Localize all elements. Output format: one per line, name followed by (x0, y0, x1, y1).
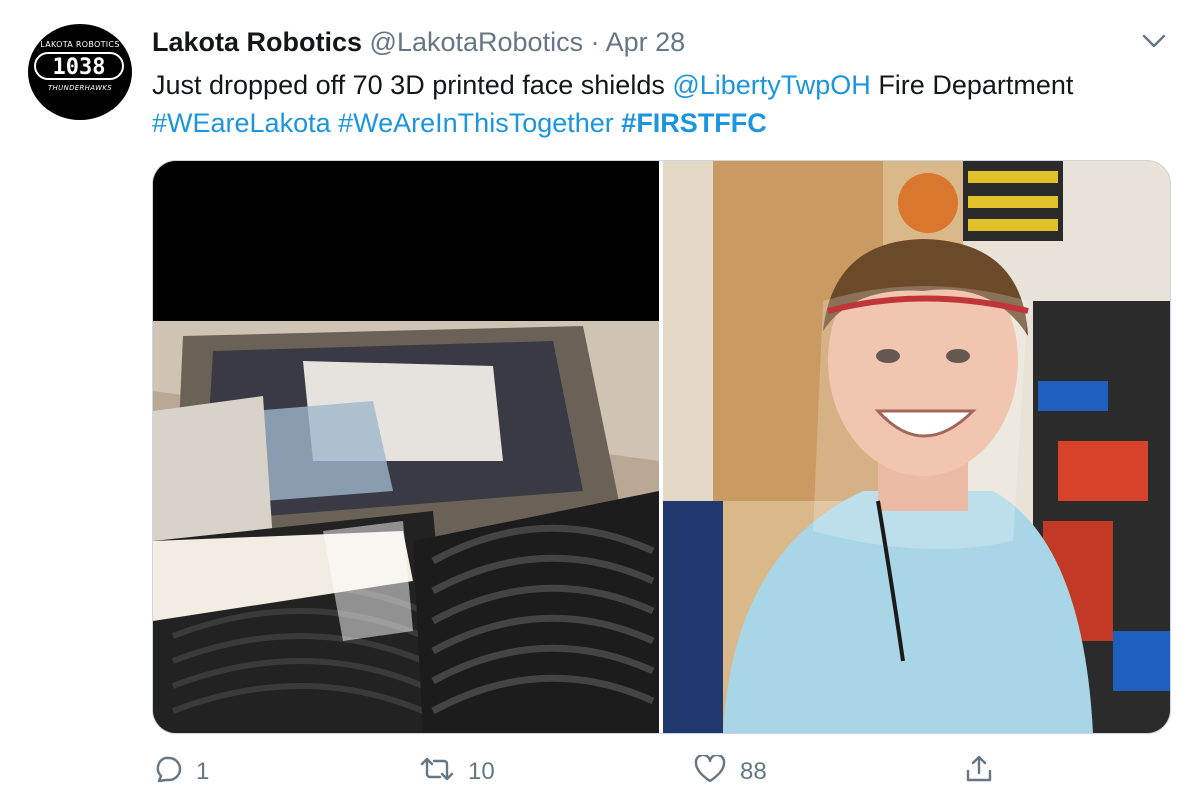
tweet-text-part: Fire Department (870, 70, 1074, 100)
photo-face-shields-box[interactable] (153, 161, 659, 733)
author-name[interactable]: Lakota Robotics (152, 27, 362, 57)
share-button[interactable] (964, 752, 1008, 792)
action-bar: 1 10 88 (152, 752, 1172, 792)
photo-person-face-shield[interactable] (663, 161, 1170, 733)
avatar-bottom-text: THUNDERHAWKS (47, 84, 113, 92)
reply-count: 1 (196, 758, 210, 785)
share-icon (964, 754, 1008, 791)
chevron-down-icon[interactable] (1140, 30, 1168, 52)
retweet-button[interactable]: 10 (420, 752, 495, 792)
avatar-number: 1038 (34, 52, 124, 80)
hashtag-link[interactable]: #FIRSTFFC (621, 108, 767, 138)
author-handle[interactable]: @LakotaRobotics (370, 27, 584, 57)
avatar-top-text: LAKOTA ROBOTICS (40, 40, 120, 49)
like-count: 88 (740, 758, 767, 785)
reply-button[interactable]: 1 (152, 752, 209, 792)
reply-icon (152, 755, 196, 790)
tweet-date[interactable]: Apr 28 (606, 27, 686, 57)
tweet-media (152, 160, 1171, 734)
tweet-text-part: Just dropped off 70 3D printed face shie… (152, 70, 673, 100)
mention-link[interactable]: @LibertyTwpOH (672, 70, 870, 100)
avatar[interactable]: LAKOTA ROBOTICS 1038 THUNDERHAWKS (28, 24, 132, 120)
hashtag-link[interactable]: #WEareLakota (152, 108, 331, 138)
retweet-count: 10 (468, 758, 495, 785)
header-separator: · (590, 27, 600, 57)
tweet-header: Lakota Robotics @LakotaRobotics · Apr 28 (152, 26, 685, 58)
tweet-text: Just dropped off 70 3D printed face shie… (152, 66, 1172, 142)
like-button[interactable]: 88 (694, 752, 767, 792)
tweet[interactable]: LAKOTA ROBOTICS 1038 THUNDERHAWKS Lakota… (0, 0, 1196, 800)
retweet-icon (420, 756, 468, 789)
heart-icon (694, 753, 740, 790)
hashtag-link[interactable]: #WeAreInThisTogether (338, 108, 614, 138)
